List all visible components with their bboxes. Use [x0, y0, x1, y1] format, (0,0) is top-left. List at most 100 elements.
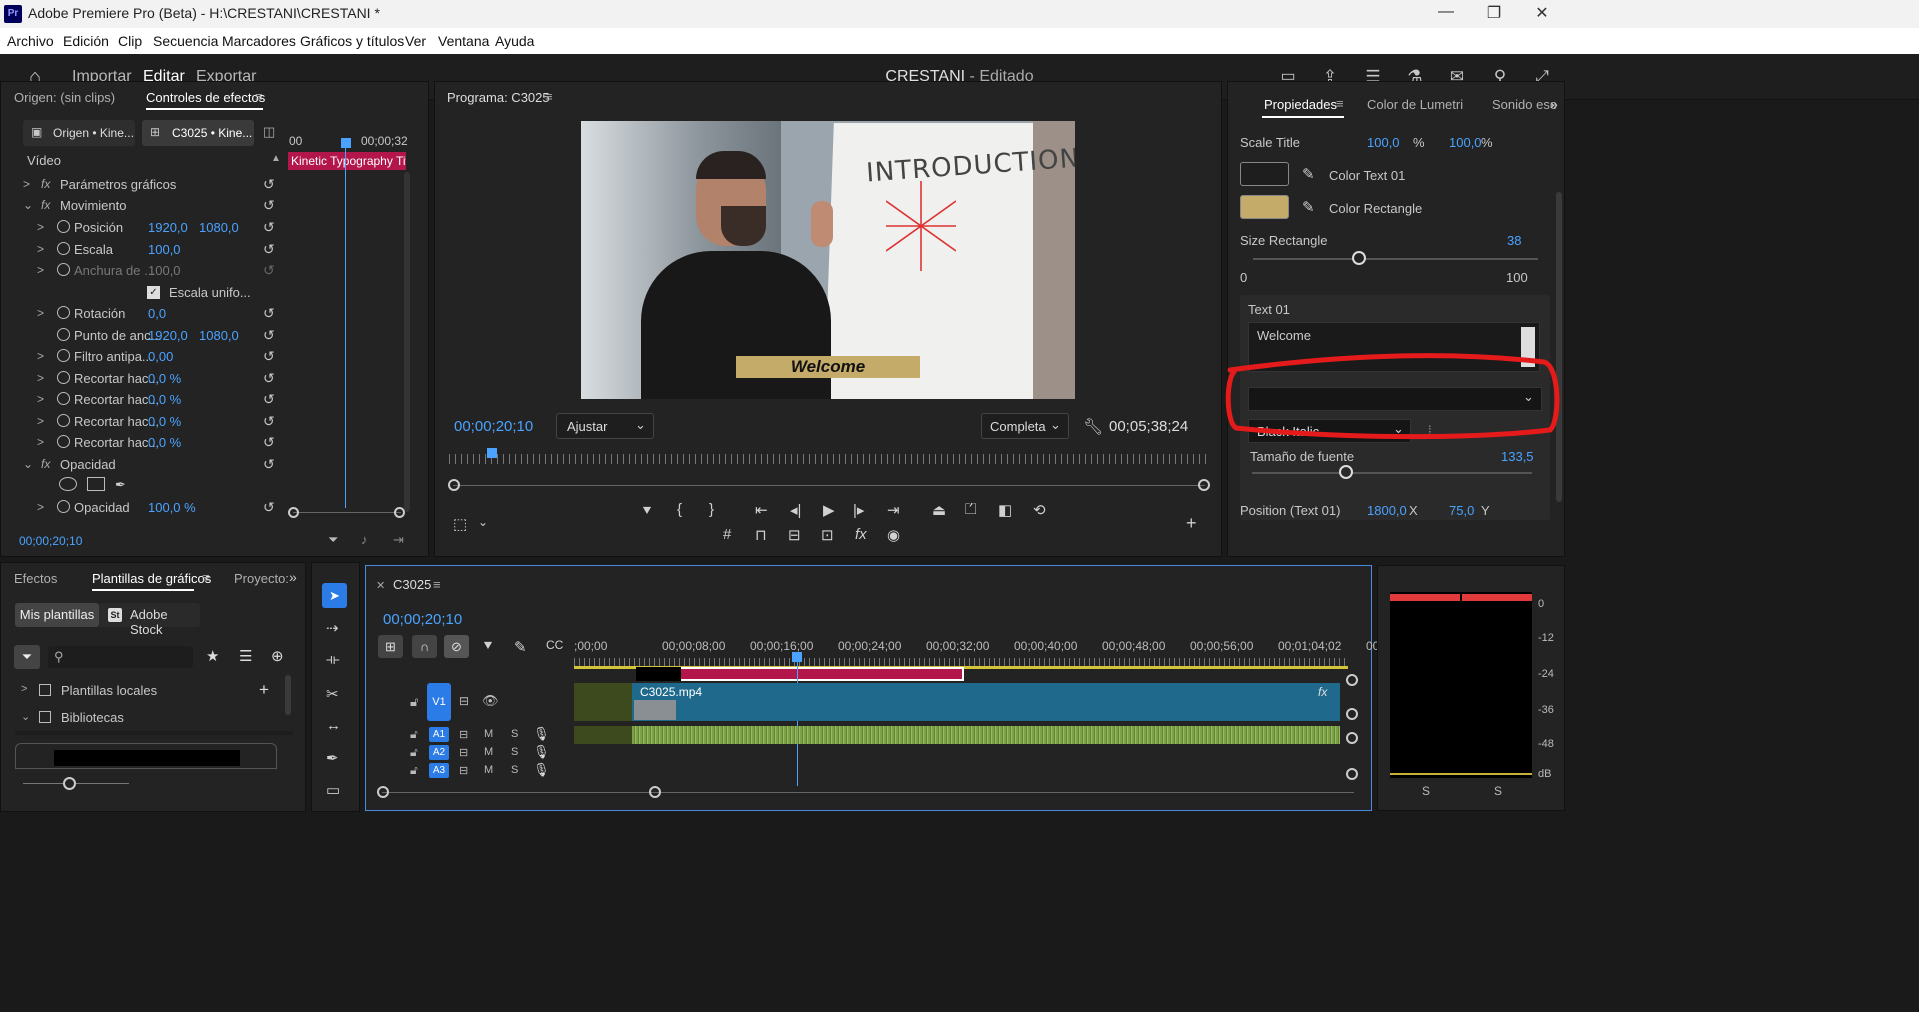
template-preview-card[interactable] — [15, 743, 277, 769]
properties-scrollbar[interactable] — [1556, 192, 1562, 502]
close-sequence-icon[interactable]: ✕ — [376, 579, 385, 592]
chevron-right-icon[interactable]: > — [37, 242, 44, 256]
overwrite-icon[interactable]: ⊡ — [821, 526, 834, 544]
star-icon[interactable]: ★ — [206, 647, 219, 665]
reset-icon[interactable]: ↺ — [263, 456, 275, 473]
track-select-tool-icon[interactable]: ⇢ — [326, 619, 339, 637]
scale-x-value[interactable]: 100,0 — [1367, 135, 1400, 150]
effect-row[interactable]: ⌄ fx Opacidad ↺ — [1, 454, 351, 475]
proxy-icon[interactable]: ⟲ — [1033, 501, 1046, 519]
menu-secuencia[interactable]: Secuencia — [153, 33, 218, 49]
program-title[interactable]: Programa: C3025 — [447, 90, 550, 105]
quality-dropdown[interactable]: Completa ⌄ — [981, 413, 1069, 439]
adobe-stock-button[interactable]: St Adobe Stock — [99, 603, 200, 637]
solo-button[interactable]: S — [511, 746, 518, 758]
my-templates-button[interactable]: Mis plantillas — [15, 603, 99, 627]
tab-efectos[interactable]: Efectos — [14, 571, 57, 586]
reset-icon[interactable]: ↺ — [263, 413, 275, 430]
uniform-scale-checkbox[interactable]: ✓ — [147, 286, 160, 299]
reset-icon[interactable]: ↺ — [263, 219, 275, 236]
chevron-down-icon[interactable]: ⌄ — [21, 710, 30, 723]
reset-icon[interactable]: ↺ — [263, 305, 275, 322]
mute-button[interactable]: M — [484, 764, 493, 776]
track-zoom-handle[interactable] — [1346, 732, 1358, 744]
audio-waveform-a1[interactable] — [632, 726, 1340, 744]
step-forward-icon[interactable]: |▸ — [853, 501, 864, 519]
source-clip-button[interactable]: ▣ Origen • Kine... — [23, 120, 135, 146]
zoom-end-handle[interactable] — [394, 507, 405, 518]
compare-icon[interactable]: ◧ — [998, 501, 1012, 519]
effect-row-value[interactable]: 0,0 — [148, 306, 166, 321]
wrench-icon[interactable]: 🔧︎ — [1083, 417, 1103, 437]
meter-channel-left[interactable]: S — [1422, 784, 1430, 798]
add-icon[interactable]: + — [259, 680, 269, 700]
ellipse-mask-icon[interactable] — [59, 477, 77, 491]
track-v1-label[interactable]: V1 — [427, 683, 451, 721]
effect-row-value[interactable]: 0,00 — [148, 349, 173, 364]
fx-icon[interactable]: fx — [41, 177, 50, 191]
reset-icon[interactable]: ↺ — [263, 370, 275, 387]
pen-mask-icon[interactable]: ✒ — [115, 477, 133, 492]
mark-out-icon[interactable]: } — [709, 501, 714, 518]
templates-scrollbar[interactable] — [285, 675, 291, 715]
effect-row-value[interactable]: 100,0 — [148, 242, 181, 257]
timeline-timecode[interactable]: 00;00;20;10 — [383, 611, 462, 628]
captions-icon[interactable]: CC — [546, 638, 563, 652]
lift-icon[interactable]: ⏏ — [932, 501, 946, 519]
video-clip[interactable]: C3025.mp4 fx — [632, 683, 1340, 721]
mini-clip-bar[interactable]: Kinetic Typography Tit — [288, 152, 406, 170]
chevron-down-icon[interactable]: ⌄ — [23, 457, 33, 471]
effect-scrollbar[interactable] — [404, 172, 410, 512]
scale-y-value[interactable]: 100,0 — [1449, 135, 1482, 150]
stopwatch-icon[interactable] — [57, 242, 70, 255]
tab-proyecto[interactable]: Proyecto: — [234, 571, 289, 586]
effect-row-value-2[interactable]: 1080,0 — [199, 328, 239, 343]
menu-archivo[interactable]: Archivo — [7, 33, 54, 49]
insert-icon[interactable]: ⊟ — [788, 526, 801, 544]
reset-icon[interactable]: ↺ — [263, 327, 275, 344]
font-size-value[interactable]: 133,5 — [1501, 449, 1534, 464]
reset-icon[interactable]: ↺ — [263, 391, 275, 408]
rectangle-tool-icon[interactable]: ▭ — [326, 781, 340, 799]
fx-icon[interactable]: fx — [41, 198, 50, 212]
camera-icon[interactable]: ◉ — [887, 526, 900, 544]
chevron-right-icon[interactable]: > — [37, 500, 44, 514]
new-folder-icon[interactable]: ⊕ — [271, 647, 284, 665]
title-clip-bar[interactable] — [636, 667, 964, 681]
tab-lumetri[interactable]: Color de Lumetri — [1367, 97, 1463, 112]
program-menu-icon[interactable]: ≡ — [545, 89, 553, 104]
linked-selection-icon[interactable]: ⊘ — [444, 635, 469, 658]
effect-row[interactable]: > Recortar hac... 0,0 % ↺ — [1, 389, 351, 410]
eyedropper-icon[interactable]: ✎ — [1302, 165, 1315, 183]
adjustment-clip[interactable] — [574, 683, 632, 721]
sequence-clip-button[interactable]: ⊞ C3025 • Kine... — [142, 120, 254, 146]
chevron-right-icon[interactable]: > — [21, 683, 27, 695]
filter-icon[interactable]: ⏷ — [14, 645, 40, 669]
grid-icon[interactable]: # — [723, 526, 731, 543]
tab-propiedades[interactable]: Propiedades — [1264, 97, 1337, 112]
stopwatch-icon[interactable] — [57, 306, 70, 319]
menu-ver[interactable]: Ver — [405, 33, 426, 49]
effect-row[interactable]: Punto de anc... 1920,0 1080,0 ↺ — [1, 325, 351, 346]
effect-row[interactable]: > Recortar hac... 0,0 % ↺ — [1, 432, 351, 453]
play-audio-icon[interactable]: ♪ — [361, 532, 368, 547]
track-zoom-handle[interactable] — [1346, 768, 1358, 780]
tab-plantillas[interactable]: Plantillas de gráficos — [92, 571, 211, 586]
position-x-value[interactable]: 1800,0 — [1367, 503, 1407, 518]
meter-channel-right[interactable]: S — [1494, 784, 1502, 798]
checkbox-libraries[interactable] — [39, 711, 51, 723]
stopwatch-icon[interactable] — [57, 392, 70, 405]
effect-row[interactable]: > Rotación 0,0 ↺ — [1, 303, 351, 324]
reset-icon[interactable]: ↺ — [263, 434, 275, 451]
lower-third-title[interactable]: Welcome — [736, 356, 920, 378]
effect-row[interactable]: > Escala 100,0 ↺ — [1, 239, 351, 260]
menu-marcadores[interactable]: Marcadores — [222, 33, 296, 49]
chevron-down-icon[interactable]: ⌄ — [23, 198, 33, 212]
safe-margins-icon[interactable]: ⬚ — [453, 515, 467, 533]
effect-row-value[interactable]: 0,0 % — [148, 414, 181, 429]
panel-menu-icon[interactable]: ≡ — [433, 577, 441, 592]
effect-row-value[interactable]: 100,0 — [148, 263, 181, 278]
playhead-marker[interactable] — [341, 138, 351, 148]
mute-button[interactable]: M — [484, 746, 493, 758]
mark-in-icon[interactable]: { — [677, 501, 682, 518]
